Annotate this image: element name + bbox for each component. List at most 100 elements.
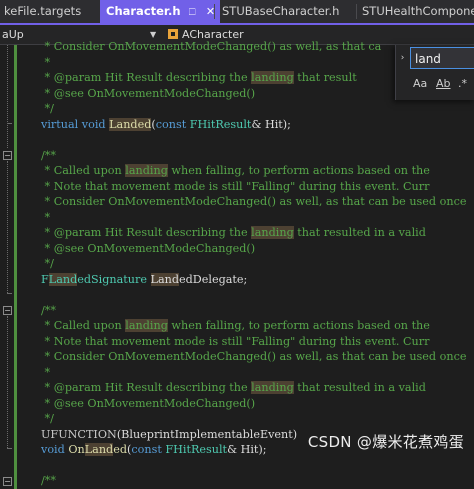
outline-end <box>7 123 12 124</box>
code-token: * <box>41 365 51 379</box>
code-line: FLandedSignature LandedDelegate; <box>41 272 247 288</box>
code-token: * @see OnMovementModeChanged() <box>41 86 256 100</box>
watermark: CSDN @爆米花煮鸡蛋 <box>307 433 464 451</box>
code-line: /** <box>41 473 56 489</box>
chevron-right-icon[interactable]: › <box>396 45 409 72</box>
search-match: landing <box>251 226 294 239</box>
code-token: edDelegate; <box>179 272 248 286</box>
scope-label: aUp <box>2 28 24 41</box>
search-match: Land <box>48 272 78 286</box>
code-token: * Consider OnMovementModeChanged() as we… <box>41 195 467 208</box>
class-icon <box>168 29 178 39</box>
code-token: FHitResult <box>165 443 228 456</box>
code-token: * <box>41 210 51 224</box>
document-tab-strip: keFile.targets Character.h 🗆 ✕ STUBaseCh… <box>0 0 474 25</box>
code-token: ed <box>113 443 127 456</box>
code-token: when falling, to perform actions based o… <box>167 319 430 332</box>
outline-guide <box>7 161 9 293</box>
find-widget: › land Aa Ab .* <box>395 45 474 100</box>
code-token: * Consider OnMovementModeChanged() as we… <box>41 40 382 53</box>
collapse-icon[interactable]: − <box>3 477 12 486</box>
code-token: that resulted in a valid <box>293 226 426 239</box>
tab-character-h[interactable]: Character.h 🗆 ✕ <box>100 0 220 23</box>
outline-guide <box>7 316 9 448</box>
regex-toggle[interactable]: .* <box>458 75 467 93</box>
code-token: /** <box>41 474 56 487</box>
pin-icon[interactable]: 🗆 <box>189 1 196 23</box>
code-token: when falling, to perform actions based o… <box>167 164 430 177</box>
code-line: * Consider OnMovementModeChanged() as we… <box>41 39 382 55</box>
match-case-toggle[interactable]: Aa <box>413 75 427 93</box>
code-token: & Hit); <box>227 443 267 456</box>
tab-label: keFile.targets <box>4 4 82 18</box>
code-token: * Note that movement mode is still "Fall… <box>41 179 430 193</box>
code-line: * Consider OnMovementModeChanged() as we… <box>41 194 467 210</box>
code-line: * @see OnMovementModeChanged() <box>41 86 256 102</box>
code-token: * Called upon <box>41 164 126 177</box>
change-tracking-bar <box>14 45 17 489</box>
code-token: /** <box>41 148 56 162</box>
whole-word-toggle[interactable]: Ab <box>436 75 451 93</box>
code-line: */ <box>41 411 54 427</box>
code-token: that result <box>293 71 357 84</box>
tab-label: STUBaseCharacter.h <box>222 4 340 18</box>
tab-makefile-targets[interactable]: keFile.targets <box>0 0 100 23</box>
code-line: * @param Hit Result describing the landi… <box>41 225 426 241</box>
code-token: * @see OnMovementModeChanged() <box>41 396 256 410</box>
code-token: * Consider OnMovementModeChanged() as we… <box>41 350 467 363</box>
code-token: * @param Hit Result describing the <box>41 226 252 239</box>
code-line: * <box>41 365 51 381</box>
code-token: that resulted in a valid <box>293 381 426 394</box>
search-match: Land <box>84 443 114 456</box>
code-line: virtual void Landed(const FHitResult& Hi… <box>41 117 291 133</box>
search-match: landing <box>125 164 168 177</box>
editor-gutter: − − − <box>0 45 41 489</box>
code-line: */ <box>41 101 54 117</box>
search-match: landing <box>251 381 294 394</box>
code-token: UFUNCTION <box>41 427 117 441</box>
code-line: * @see OnMovementModeChanged() <box>41 241 256 257</box>
code-token: */ <box>41 102 54 115</box>
search-match: Land <box>150 272 179 286</box>
outline-end <box>7 448 12 449</box>
code-token: void <box>81 117 106 131</box>
code-line: * @param Hit Result describing the landi… <box>41 380 426 396</box>
code-line: */ <box>41 256 54 272</box>
code-line: * @param Hit Result describing the landi… <box>41 70 357 86</box>
outline-end <box>7 293 12 294</box>
tab-stubasecharacter-h[interactable]: STUBaseCharacter.h <box>216 0 362 23</box>
code-editor[interactable]: * Consider OnMovementModeChanged() as we… <box>41 39 474 489</box>
code-token: * <box>41 55 51 69</box>
code-line: * @see OnMovementModeChanged() <box>41 396 256 412</box>
code-token: * Note that movement mode is still "Fall… <box>41 334 430 348</box>
code-token: * Called upon <box>41 319 126 332</box>
code-token: & Hit); <box>251 117 291 131</box>
outline-guide <box>7 45 9 148</box>
code-line: UFUNCTION(BlueprintImplementableEvent) <box>41 427 297 443</box>
search-match: landing <box>125 319 168 332</box>
code-token: */ <box>41 257 54 270</box>
collapse-icon[interactable]: − <box>3 306 12 315</box>
code-line: * Called upon landing when falling, to p… <box>41 318 430 334</box>
search-match: landing <box>251 71 294 84</box>
code-token: const <box>131 443 162 456</box>
code-token: virtual <box>41 117 79 131</box>
code-line: /** <box>41 303 56 319</box>
search-match: Landed <box>109 117 152 131</box>
search-input[interactable]: land <box>410 47 474 69</box>
tab-stuhealthcomponent-h[interactable]: STUHealthComponent.h <box>358 0 474 23</box>
code-line: * Note that movement mode is still "Fall… <box>41 179 430 195</box>
code-token: * @param Hit Result describing the <box>41 381 252 394</box>
code-token: edSignature <box>77 272 147 286</box>
code-line: * Called upon landing when falling, to p… <box>41 163 430 179</box>
code-line: void OnLanded(const FHitResult& Hit); <box>41 442 267 458</box>
collapse-icon[interactable]: − <box>3 151 12 160</box>
tab-separator <box>356 4 357 19</box>
tab-separator <box>214 4 215 19</box>
code-token: (BlueprintImplementableEvent) <box>116 427 298 441</box>
code-token: FHitResult <box>189 117 252 131</box>
code-token: * @param Hit Result describing the <box>41 71 252 84</box>
code-token: * @see OnMovementModeChanged() <box>41 241 256 255</box>
code-token: const <box>155 117 187 131</box>
